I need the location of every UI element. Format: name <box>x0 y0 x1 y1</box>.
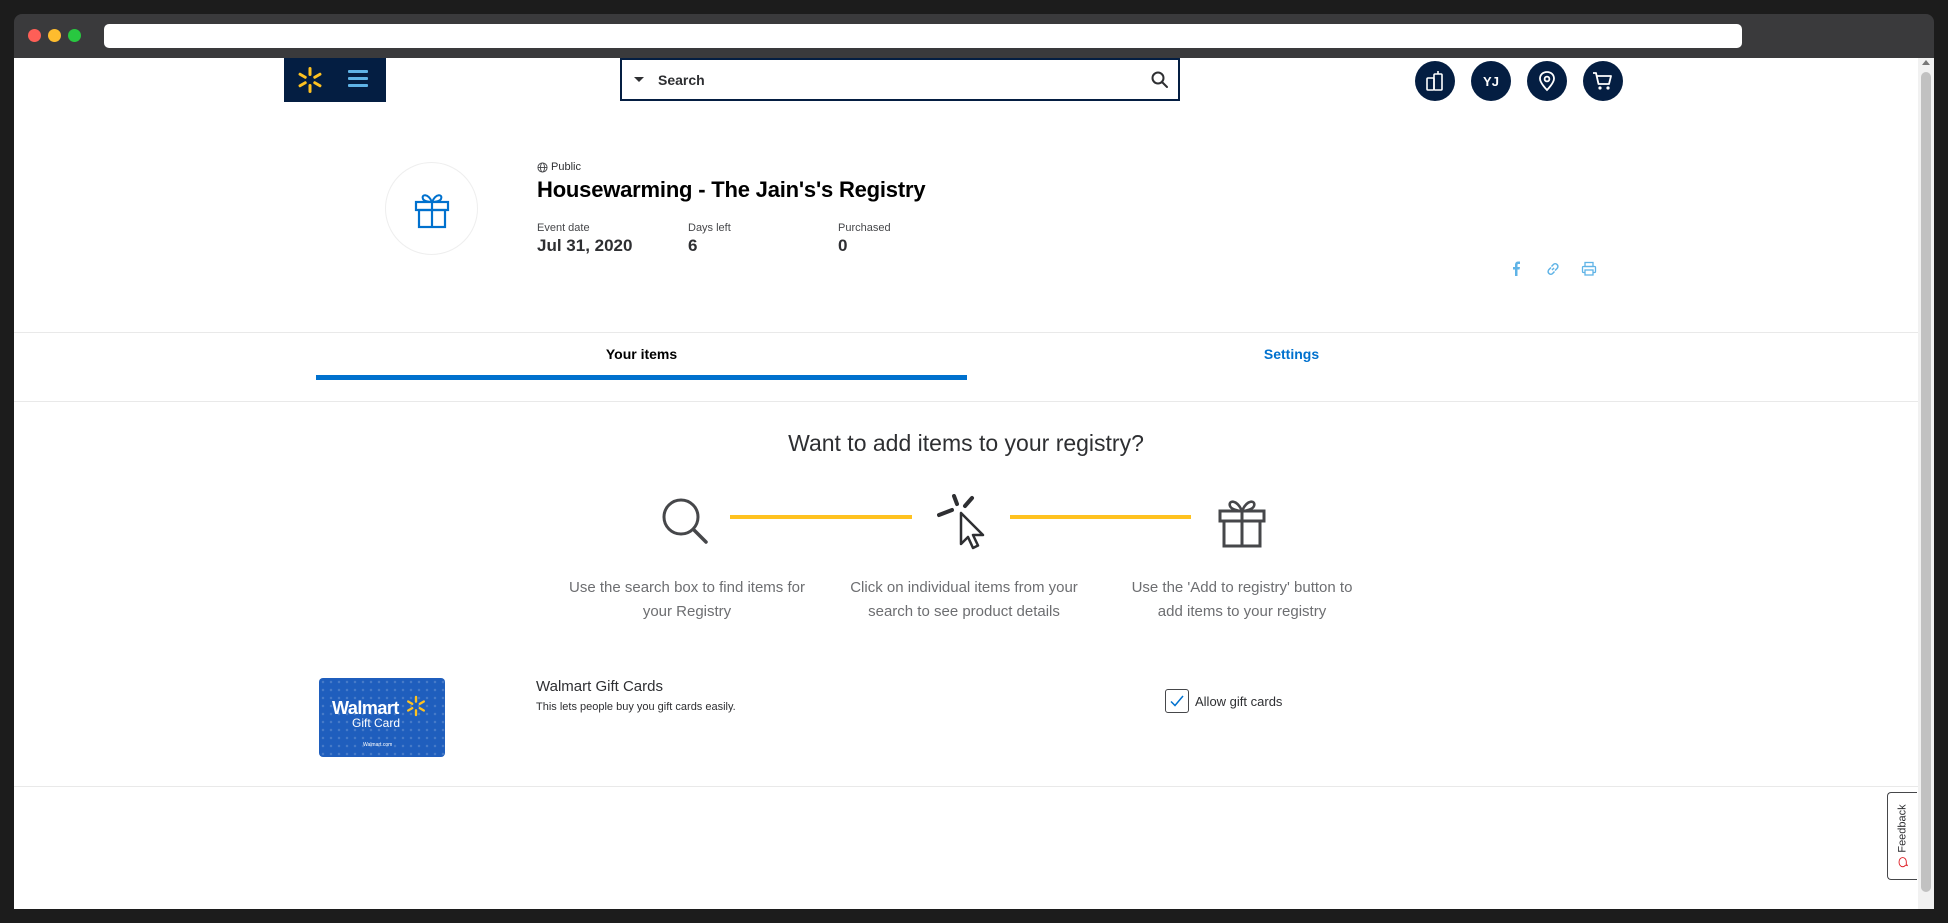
spark-logo-icon[interactable] <box>296 66 324 94</box>
account-button[interactable]: YJ <box>1471 61 1511 101</box>
gift-cards-description: This lets people buy you gift cards easi… <box>536 701 736 713</box>
user-initials: YJ <box>1483 73 1499 89</box>
browser-chrome <box>14 14 1934 58</box>
stat-event-date: Event date Jul 31, 2020 <box>537 222 632 256</box>
section-divider <box>14 786 1918 787</box>
search-input[interactable] <box>658 68 1128 92</box>
howto-heading: Want to add items to your registry? <box>788 430 1144 456</box>
chat-bubble-icon <box>1897 857 1908 868</box>
stat-label: Purchased <box>838 222 891 234</box>
allow-gift-cards-label[interactable]: Allow gift cards <box>1195 694 1282 709</box>
spark-logo-icon <box>406 695 426 717</box>
step-3-text: Use the 'Add to registry' button to add … <box>1131 579 1353 620</box>
menu-icon[interactable] <box>348 70 368 90</box>
registry-icon <box>1426 71 1443 91</box>
close-window-button[interactable] <box>28 29 41 42</box>
maximize-window-button[interactable] <box>68 29 81 42</box>
tab-settings[interactable]: Settings <box>966 346 1617 362</box>
facebook-share-icon[interactable] <box>1508 260 1526 278</box>
location-pin-icon <box>1539 71 1555 92</box>
stat-purchased: Purchased 0 <box>838 222 891 256</box>
gift-icon <box>1218 500 1266 548</box>
print-icon[interactable] <box>1580 260 1598 278</box>
address-bar[interactable] <box>104 24 1742 48</box>
allow-gift-cards-checkbox[interactable] <box>1165 689 1189 713</box>
gift-cards-title: Walmart Gift Cards <box>536 678 663 695</box>
search-department-dropdown[interactable] <box>634 77 644 82</box>
stat-value: 6 <box>688 236 698 255</box>
search-icon[interactable] <box>1150 70 1170 90</box>
tab-your-items[interactable]: Your items <box>316 346 967 362</box>
step-connector <box>1010 515 1191 519</box>
registry-visibility: Public <box>537 161 581 173</box>
gift-card-image: Walmart Gift Card Walmart.com <box>319 678 445 757</box>
step-2-text: Click on individual items from your sear… <box>850 579 1078 620</box>
stat-label: Event date <box>537 222 590 234</box>
scroll-up-arrow[interactable] <box>1922 60 1930 65</box>
stat-value: Jul 31, 2020 <box>537 236 633 255</box>
visibility-label: Public <box>551 161 581 173</box>
search-bar <box>620 58 1180 101</box>
search-icon <box>662 498 708 544</box>
page-viewport: YJ Public Housewarming - The Ja <box>14 58 1934 909</box>
registry-button[interactable] <box>1415 61 1455 101</box>
page-title: Housewarming - The Jain's's Registry <box>537 177 926 202</box>
store-location-button[interactable] <box>1527 61 1567 101</box>
cart-button[interactable] <box>1583 61 1623 101</box>
feedback-label: Feedback <box>1896 804 1909 853</box>
gift-card-sub: Gift Card <box>352 716 401 730</box>
vertical-scrollbar[interactable] <box>1918 58 1934 909</box>
gift-icon <box>414 193 449 228</box>
stat-label: Days left <box>688 222 731 234</box>
copy-link-icon[interactable] <box>1544 260 1562 278</box>
stat-days-left: Days left 6 <box>688 222 731 256</box>
registry-avatar <box>385 162 478 255</box>
scroll-thumb[interactable] <box>1921 72 1931 892</box>
tabs-divider-bottom <box>14 401 1918 402</box>
cart-icon <box>1593 72 1612 90</box>
header-logo-area <box>284 58 386 102</box>
gift-card-url: Walmart.com <box>363 742 393 748</box>
click-cursor-icon <box>937 494 985 550</box>
checkmark-icon <box>1170 695 1184 707</box>
step-connector <box>730 515 912 519</box>
step-1-text: Use the search box to find items for you… <box>569 579 805 620</box>
feedback-button[interactable]: Feedback <box>1887 792 1917 880</box>
active-tab-indicator <box>316 375 967 380</box>
stat-value: 0 <box>838 236 848 255</box>
tabs-divider-top <box>14 332 1918 333</box>
minimize-window-button[interactable] <box>48 29 61 42</box>
globe-icon <box>537 161 548 173</box>
